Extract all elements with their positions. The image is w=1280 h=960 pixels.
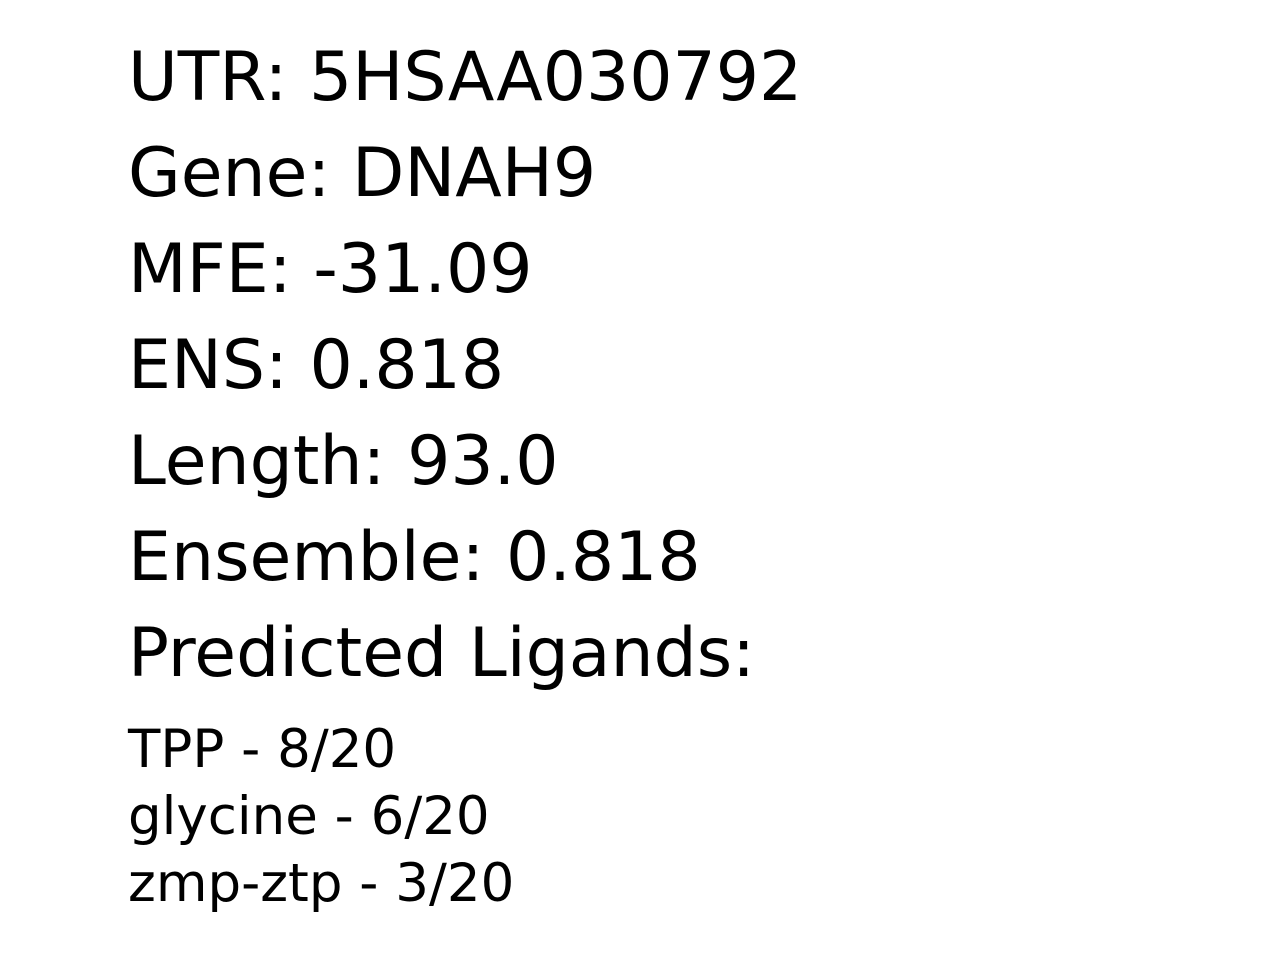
- length-value: Length: 93.0: [128, 422, 559, 501]
- ligands-heading: Predicted Ligands:: [128, 614, 756, 693]
- ligands-list: TPP - 8/20 glycine - 6/20 zmp-ztp - 3/20: [128, 716, 514, 917]
- ligand-item: zmp-ztp - 3/20: [128, 853, 515, 914]
- utr-info-block: UTR: 5HSAA030792 Gene: DNAH9 MFE: -31.09…: [128, 30, 802, 702]
- ens-value: ENS: 0.818: [128, 326, 505, 405]
- utr-id: UTR: 5HSAA030792: [128, 38, 803, 117]
- gene-name: Gene: DNAH9: [128, 134, 597, 213]
- ligand-item: TPP - 8/20: [128, 719, 397, 780]
- ensemble-value: Ensemble: 0.818: [128, 518, 701, 597]
- ligand-item: glycine - 6/20: [128, 786, 490, 847]
- mfe-value: MFE: -31.09: [128, 230, 533, 309]
